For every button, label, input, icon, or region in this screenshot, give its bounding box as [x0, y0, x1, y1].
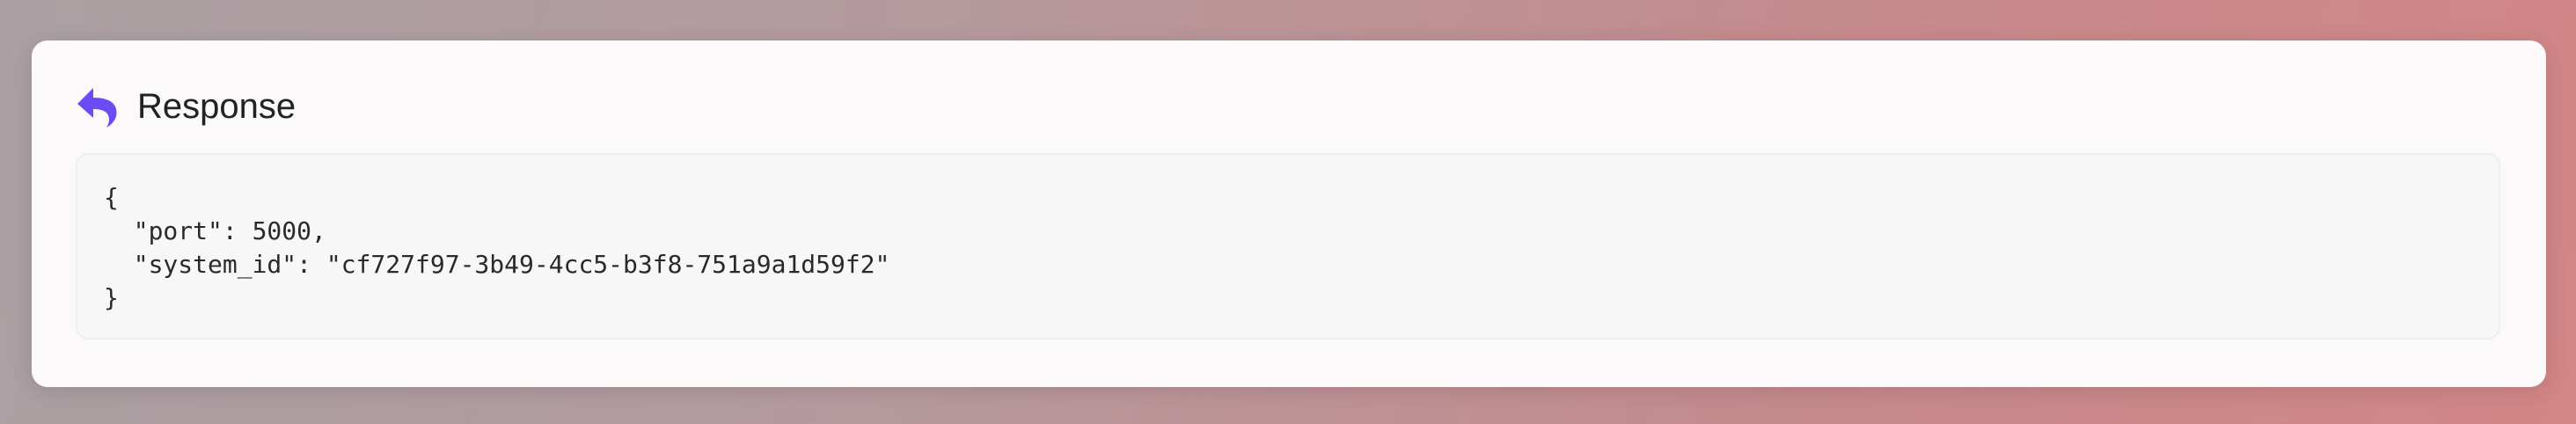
- code-line: "port": 5000,: [104, 216, 326, 245]
- response-code-block: { "port": 5000, "system_id": "cf727f97-3…: [76, 153, 2500, 340]
- code-line: {: [104, 183, 119, 212]
- response-panel: Response { "port": 5000, "system_id": "c…: [32, 40, 2546, 387]
- code-line: "system_id": "cf727f97-3b49-4cc5-b3f8-75…: [104, 250, 890, 279]
- code-line: }: [104, 283, 119, 312]
- reply-arrow-icon: [77, 88, 117, 128]
- panel-header: Response: [76, 84, 296, 128]
- panel-title: Response: [137, 86, 296, 126]
- code-text: { "port": 5000, "system_id": "cf727f97-3…: [104, 181, 2472, 315]
